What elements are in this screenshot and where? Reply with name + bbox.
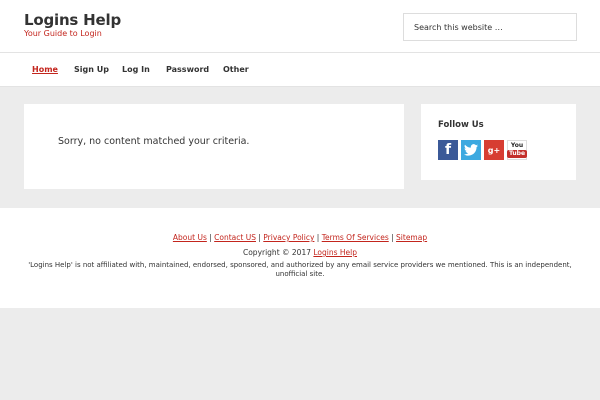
no-content-message: Sorry, no content matched your criteria. — [58, 136, 250, 147]
twitter-icon[interactable] — [461, 140, 481, 160]
youtube-tube-text: Tube — [506, 149, 528, 158]
copyright-site-link[interactable]: Logins Help — [313, 248, 357, 257]
footer-links: About Us | Contact US | Privacy Policy |… — [0, 233, 600, 242]
footer-link-privacy-policy[interactable]: Privacy Policy — [263, 233, 314, 242]
youtube-icon[interactable]: You Tube — [506, 140, 528, 160]
content-area: Sorry, no content matched your criteria. — [24, 104, 404, 189]
google-plus-icon[interactable]: g+ — [484, 140, 504, 160]
footer-separator: | — [388, 233, 397, 242]
facebook-icon[interactable]: f — [438, 140, 458, 160]
facebook-glyph: f — [444, 142, 452, 158]
nav-item-sign-up[interactable]: Sign Up — [74, 65, 109, 74]
main-nav: Home Sign Up Log In Password Other — [0, 52, 600, 87]
copyright-line: Copyright © 2017 Logins Help — [0, 248, 600, 257]
follow-us-title: Follow Us — [438, 120, 484, 130]
site-header: Logins Help Your Guide to Login — [0, 0, 600, 52]
twitter-bird-icon — [464, 144, 478, 156]
nav-item-other[interactable]: Other — [223, 65, 249, 74]
disclaimer-text: 'Logins Help' is not affiliated with, ma… — [28, 261, 572, 278]
footer-separator: | — [314, 233, 322, 242]
footer-link-about-us[interactable]: About Us — [173, 233, 207, 242]
search-input[interactable] — [403, 13, 577, 41]
sidebar-widget: Follow Us f g+ You Tube — [421, 104, 576, 180]
copyright-text: Copyright © 2017 — [242, 248, 314, 257]
nav-item-home[interactable]: Home — [32, 65, 58, 74]
site-footer: About Us | Contact US | Privacy Policy |… — [0, 208, 600, 308]
nav-item-password[interactable]: Password — [166, 65, 209, 74]
footer-link-sitemap[interactable]: Sitemap — [396, 233, 427, 242]
page-bottom-area — [0, 308, 600, 400]
google-plus-glyph: g+ — [487, 145, 501, 155]
footer-link-terms-of-services[interactable]: Terms Of Services — [322, 233, 389, 242]
nav-item-log-in[interactable]: Log In — [122, 65, 150, 74]
site-description: Your Guide to Login — [24, 29, 102, 38]
footer-link-contact-us[interactable]: Contact US — [214, 233, 256, 242]
site-title[interactable]: Logins Help — [24, 11, 121, 29]
youtube-you-text: You — [510, 141, 524, 149]
